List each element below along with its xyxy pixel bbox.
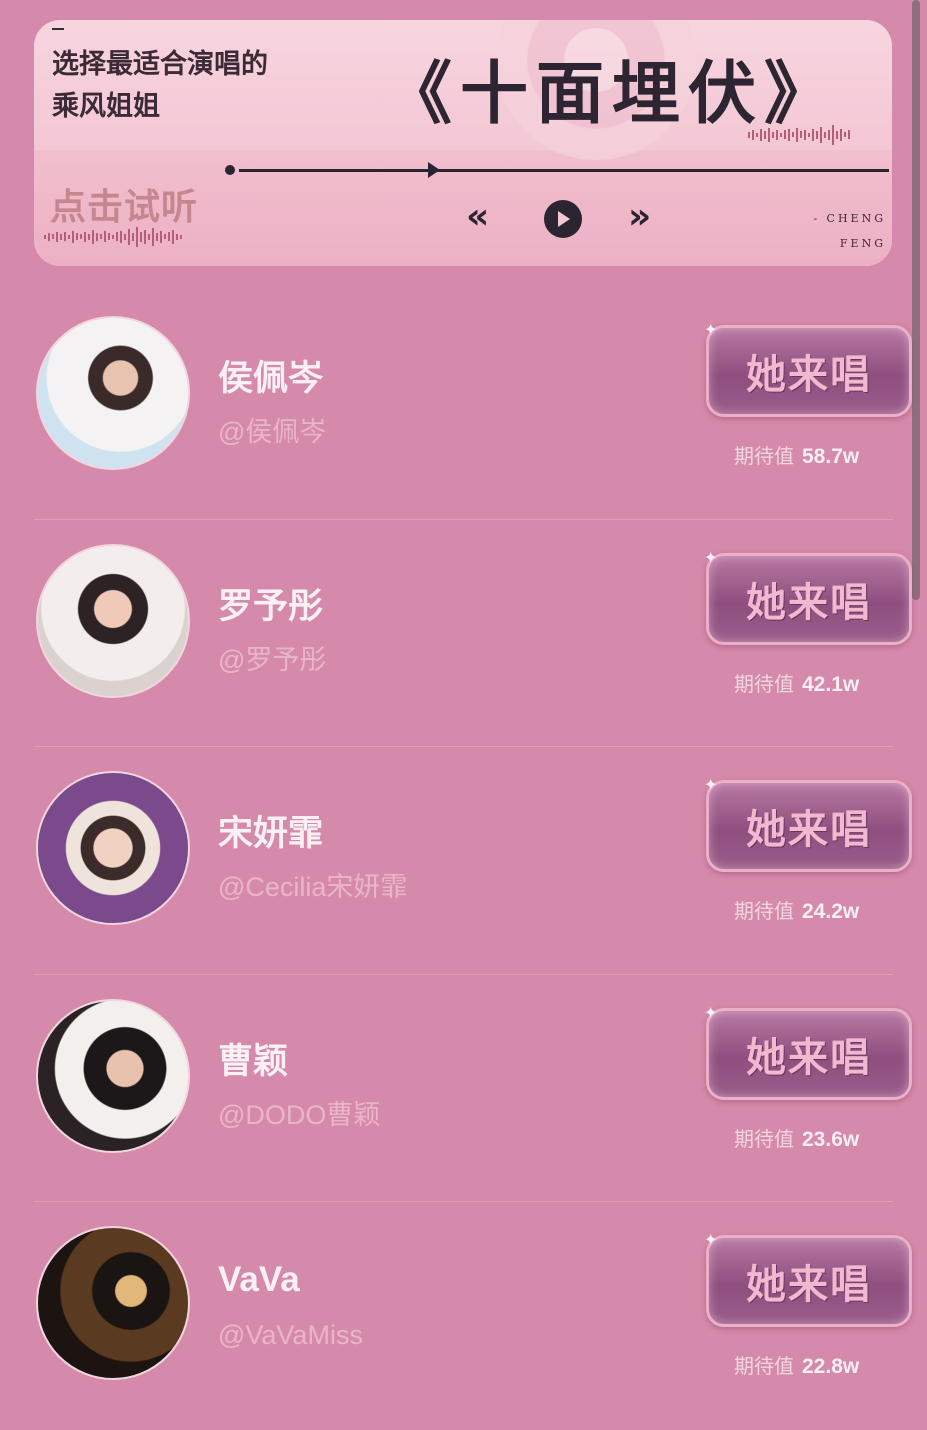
expectation-label: 期待值	[734, 1356, 794, 1378]
play-icon[interactable]	[544, 200, 582, 238]
decorative-dash	[52, 28, 64, 30]
contestant-row: 曹颖 @DODO曹颖 她来唱 ✦ 期待值 23.6w	[0, 975, 927, 1202]
waveform-top-right	[748, 124, 852, 145]
contestant-name[interactable]: 罗予彤	[218, 578, 323, 629]
expectation-label: 期待值	[734, 1128, 794, 1151]
sparkle-icon: ✦	[704, 320, 718, 339]
expectation-value: 58.7w	[802, 445, 860, 468]
avatar[interactable]	[36, 771, 190, 925]
contestant-name[interactable]: 侯佩岑	[218, 350, 323, 401]
avatar[interactable]	[36, 543, 190, 698]
expectation-label: 期待值	[734, 901, 794, 923]
progress-bar[interactable]	[239, 169, 889, 172]
vote-button[interactable]: 她来唱	[706, 552, 912, 645]
expectation-label: 期待值	[734, 673, 794, 696]
contestant-handle[interactable]: @Cecilia宋妍霏	[218, 865, 407, 904]
contestant-row: 罗予彤 @罗予彤 她来唱 ✦ 期待值 42.1w	[0, 520, 927, 747]
sparkle-icon: ✦	[704, 775, 718, 794]
progress-handle[interactable]	[428, 162, 440, 178]
vote-button[interactable]: 她来唱	[706, 1235, 912, 1327]
waveform-bottom-left	[44, 226, 184, 247]
vote-button-label: 她来唱	[746, 1033, 872, 1081]
brand-line-2: FENG	[839, 237, 886, 250]
sparkle-icon: ✦	[704, 547, 718, 567]
expectation-count: 期待值 24.2w	[734, 895, 859, 924]
progress-start-dot	[225, 165, 235, 175]
sparkle-icon: ✦	[704, 1230, 718, 1249]
vote-button-label: 她来唱	[746, 806, 872, 853]
listen-label[interactable]: 点击试听	[50, 178, 198, 230]
contestant-row: 宋妍霏 @Cecilia宋妍霏 她来唱 ✦ 期待值 24.2w	[0, 747, 927, 975]
contestant-name[interactable]: 宋妍霏	[218, 805, 323, 856]
contestant-name[interactable]: 曹颖	[218, 1033, 288, 1084]
rewind-icon[interactable]: «	[466, 196, 489, 237]
expectation-value: 23.6w	[802, 1127, 860, 1151]
vote-button-label: 她来唱	[746, 578, 872, 626]
vote-button[interactable]: 她来唱	[706, 780, 912, 872]
song-banner: 选择最适合演唱的 乘风姐姐 《十面埋伏》 点击试听 « » - CHENG FE…	[34, 20, 892, 266]
vote-button[interactable]: 她来唱	[706, 1007, 912, 1100]
avatar[interactable]	[36, 316, 190, 470]
contestant-name[interactable]: VaVa	[218, 1260, 300, 1300]
expectation-label: 期待值	[734, 446, 794, 468]
contestant-handle[interactable]: @VaVaMiss	[218, 1320, 363, 1351]
brand-mark: - CHENG FENG	[806, 206, 886, 256]
vote-button-label: 她来唱	[746, 351, 872, 398]
expectation-value: 24.2w	[802, 900, 860, 923]
sparkle-icon: ✦	[704, 1002, 718, 1022]
expectation-value: 22.8w	[802, 1355, 860, 1378]
avatar[interactable]	[36, 998, 190, 1153]
contestant-handle[interactable]: @DODO曹颖	[218, 1093, 380, 1132]
avatar[interactable]	[36, 1226, 190, 1380]
banner-subtitle: 选择最适合演唱的 乘风姐姐	[52, 49, 268, 122]
fast-forward-icon[interactable]: »	[628, 196, 651, 237]
vote-button[interactable]: 她来唱	[706, 325, 912, 417]
contestant-handle[interactable]: @罗予彤	[218, 638, 326, 677]
vote-button-label: 她来唱	[746, 1261, 872, 1308]
brand-line-1: - CHENG	[813, 212, 886, 225]
song-title: 《十面埋伏》	[384, 54, 841, 134]
contestant-list: 侯佩岑 @侯佩岑 她来唱 ✦ 期待值 58.7w 罗予彤 @罗予彤 她来唱 ✦ 期…	[0, 292, 927, 1430]
contestant-row: VaVa @VaVaMiss 她来唱 ✦ 期待值 22.8w	[0, 1202, 927, 1430]
expectation-count: 期待值 23.6w	[734, 1123, 859, 1152]
contestant-row: 侯佩岑 @侯佩岑 她来唱 ✦ 期待值 58.7w	[0, 292, 927, 520]
contestant-handle[interactable]: @侯佩岑	[218, 410, 326, 449]
expectation-value: 42.1w	[802, 672, 860, 696]
expectation-count: 期待值 42.1w	[734, 668, 859, 697]
expectation-count: 期待值 22.8w	[734, 1350, 859, 1379]
expectation-count: 期待值 58.7w	[734, 440, 859, 469]
